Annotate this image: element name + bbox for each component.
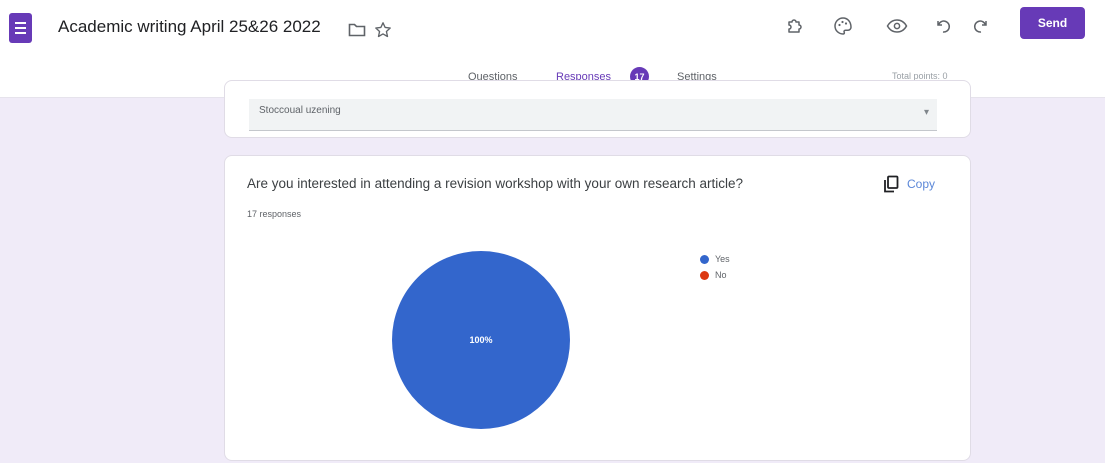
legend-item-yes: Yes	[700, 251, 730, 267]
star-icon[interactable]	[372, 19, 394, 41]
addon-puzzle-icon[interactable]	[780, 11, 810, 41]
send-button[interactable]: Send	[1020, 7, 1085, 39]
response-count: 17 responses	[247, 209, 302, 219]
top-header: Academic writing April 25&26 2022 Send	[0, 0, 1105, 58]
previous-dropdown-field[interactable]: Stoccoual uzening ▾	[249, 99, 937, 131]
question-title: Are you interested in attending a revisi…	[247, 176, 744, 191]
preview-eye-icon[interactable]	[882, 11, 912, 41]
chevron-down-icon[interactable]: ▾	[924, 107, 929, 118]
legend-swatch-no	[700, 270, 709, 280]
undo-icon[interactable]	[928, 11, 958, 41]
legend-label-no: No	[715, 270, 727, 280]
forms-logo-icon[interactable]	[9, 13, 32, 43]
legend-item-no: No	[700, 267, 730, 283]
previous-field-value: Stoccoual uzening	[259, 105, 341, 116]
folder-icon[interactable]	[346, 19, 368, 41]
copy-icon	[884, 175, 899, 193]
copy-chart-button[interactable]: Copy	[883, 174, 935, 194]
redo-icon[interactable]	[966, 11, 996, 41]
form-title[interactable]: Academic writing April 25&26 2022	[58, 17, 321, 37]
palette-icon[interactable]	[828, 11, 858, 41]
pie-chart: 100%	[390, 249, 572, 431]
pie-slice-label: 100%	[469, 335, 493, 345]
legend-swatch-yes	[700, 254, 709, 264]
question-summary-card: Are you interested in attending a revisi…	[224, 155, 971, 461]
copy-label: Copy	[907, 177, 936, 191]
chart-legend: Yes No	[700, 251, 730, 283]
legend-label-yes: Yes	[715, 254, 730, 264]
previous-question-card: Stoccoual uzening ▾	[224, 80, 971, 138]
